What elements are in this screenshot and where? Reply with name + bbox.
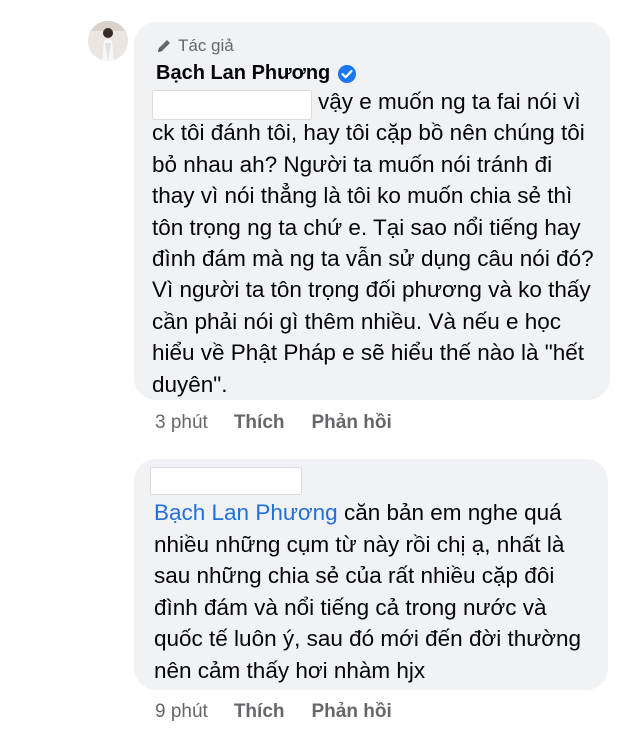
comment-body: vậy e muốn ng ta fai nói vì ck tôi đánh … xyxy=(152,89,594,397)
mention-link[interactable]: Bạch Lan Phương xyxy=(154,500,338,525)
redacted-commenter-name xyxy=(150,467,302,495)
author-avatar[interactable] xyxy=(88,21,128,61)
comment-bubble-reply: Bạch Lan Phương căn bản em nghe quá nhiề… xyxy=(134,459,608,690)
author-badge-label: Tác giả xyxy=(178,36,234,55)
pen-icon xyxy=(158,40,170,52)
author-name-link[interactable]: Bạch Lan Phương xyxy=(156,62,330,85)
reply-text: Bạch Lan Phương căn bản em nghe quá nhiề… xyxy=(154,497,594,687)
reply-body: căn bản em nghe quá nhiều những cụm từ n… xyxy=(154,500,582,683)
comment-bubble-author: Tác giả Bạch Lan Phương vậy e muốn ng ta… xyxy=(134,22,610,400)
comment-text: vậy e muốn ng ta fai nói vì ck tôi đánh … xyxy=(152,86,600,400)
reply-button[interactable]: Phản hồi xyxy=(312,412,392,434)
comment-actions: 3 phút Thích Phản hồi xyxy=(155,412,419,434)
reply-reply-button[interactable]: Phản hồi xyxy=(312,701,392,723)
reply-like-button[interactable]: Thích xyxy=(234,701,285,723)
reply-timestamp[interactable]: 9 phút xyxy=(155,701,208,723)
comment-timestamp[interactable]: 3 phút xyxy=(155,412,208,434)
author-name-row: Bạch Lan Phương xyxy=(156,62,357,85)
like-button[interactable]: Thích xyxy=(234,412,285,434)
avatar-image xyxy=(88,21,128,61)
author-badge: Tác giả xyxy=(156,36,234,56)
reply-actions: 9 phút Thích Phản hồi xyxy=(155,701,419,723)
verified-badge-icon xyxy=(338,64,357,83)
